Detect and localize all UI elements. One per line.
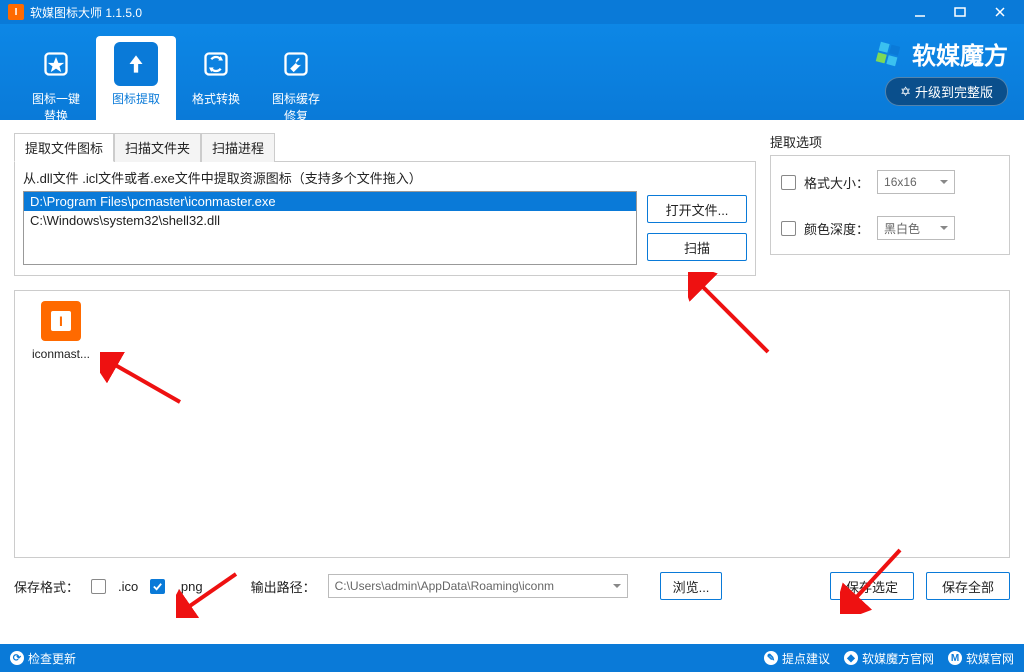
mofang-site-link[interactable]: ◆ 软媒魔方官网 — [844, 650, 934, 667]
icon-result-item[interactable]: I iconmast... — [25, 301, 97, 361]
titlebar: I 软媒图标大师 1.1.5.0 — [0, 0, 1024, 24]
extract-hint: 从.dll文件 .icl文件或者.exe文件中提取资源图标（支持多个文件拖入） — [23, 168, 747, 187]
subtab-scan-process[interactable]: 扫描进程 — [201, 133, 275, 162]
png-label: .png — [177, 579, 202, 594]
tab-cache-repair[interactable]: 图标缓存 修复 — [256, 36, 336, 124]
options-panel: 格式大小： 16x16 颜色深度： 黑白色 — [770, 155, 1010, 255]
tab-icon-extract[interactable]: 图标提取 — [96, 36, 176, 133]
svg-text:I: I — [59, 313, 63, 329]
icon-name: iconmast... — [25, 347, 97, 361]
subtab-extract-file[interactable]: 提取文件图标 — [14, 133, 114, 162]
preview-panel: I iconmast... — [14, 290, 1010, 558]
close-button[interactable] — [980, 0, 1020, 24]
suggest-link[interactable]: ✎ 提点建议 — [764, 650, 830, 667]
content-area: 提取文件图标 扫描文件夹 扫描进程 从.dll文件 .icl文件或者.exe文件… — [0, 120, 1024, 644]
format-label: 保存格式： — [14, 577, 79, 596]
m-icon: M — [948, 651, 962, 665]
main-toolbar: 图标一键 替换 图标提取 格式转换 图标缓存 修复 软媒魔方 ✡ 升级到完整版 — [0, 24, 1024, 120]
scan-button[interactable]: 扫描 — [647, 233, 747, 261]
upgrade-label: 升级到完整版 — [915, 82, 993, 101]
upgrade-button[interactable]: ✡ 升级到完整版 — [885, 77, 1008, 106]
toolbar-label: 格式转换 — [176, 90, 256, 107]
star-icon — [34, 42, 78, 86]
tab-format-convert[interactable]: 格式转换 — [176, 36, 256, 107]
check-update-link[interactable]: ⟳ 检查更新 — [10, 650, 76, 667]
size-checkbox[interactable] — [781, 175, 796, 190]
save-all-button[interactable]: 保存全部 — [926, 572, 1010, 600]
png-checkbox[interactable] — [150, 579, 165, 594]
wrench-icon — [274, 42, 318, 86]
upload-icon — [114, 42, 158, 86]
status-label: 软媒官网 — [966, 650, 1014, 667]
file-item[interactable]: D:\Program Files\pcmaster\iconmaster.exe — [24, 192, 636, 211]
window-title: 软媒图标大师 1.1.5.0 — [30, 4, 900, 21]
size-select[interactable]: 16x16 — [877, 170, 955, 194]
options-title: 提取选项 — [770, 132, 1010, 151]
toolbar-label: 图标一键 替换 — [16, 90, 96, 124]
chat-icon: ✎ — [764, 651, 778, 665]
tab-icon-replace[interactable]: 图标一键 替换 — [16, 36, 96, 124]
depth-select[interactable]: 黑白色 — [877, 216, 955, 240]
status-label: 软媒魔方官网 — [862, 650, 934, 667]
brand-name: 软媒魔方 — [912, 36, 1008, 71]
save-selected-button[interactable]: 保存选定 — [830, 572, 914, 600]
ico-label: .ico — [118, 579, 138, 594]
depth-label: 颜色深度： — [804, 219, 869, 238]
cube-icon: ◆ — [844, 651, 858, 665]
file-list[interactable]: D:\Program Files\pcmaster\iconmaster.exe… — [23, 191, 637, 265]
sparkle-icon: ✡ — [900, 84, 911, 100]
path-label: 输出路径： — [251, 577, 316, 596]
minimize-button[interactable] — [900, 0, 940, 24]
depth-checkbox[interactable] — [781, 221, 796, 236]
ruanmei-site-link[interactable]: M 软媒官网 — [948, 650, 1014, 667]
maximize-button[interactable] — [940, 0, 980, 24]
subtab-scan-folder[interactable]: 扫描文件夹 — [114, 133, 201, 162]
open-file-button[interactable]: 打开文件... — [647, 195, 747, 223]
app-icon: I — [8, 4, 24, 20]
extract-panel: 从.dll文件 .icl文件或者.exe文件中提取资源图标（支持多个文件拖入） … — [14, 161, 756, 276]
file-item[interactable]: C:\Windows\system32\shell32.dll — [24, 211, 636, 230]
output-path-select[interactable]: C:\Users\admin\AppData\Roaming\iconm — [328, 574, 628, 598]
toolbar-label: 图标提取 — [96, 90, 176, 107]
result-icon: I — [41, 301, 81, 341]
browse-button[interactable]: 浏览... — [660, 572, 723, 600]
ico-checkbox[interactable] — [91, 579, 106, 594]
toolbar-label: 图标缓存 修复 — [256, 90, 336, 124]
refresh-circle-icon: ⟳ — [10, 651, 24, 665]
size-label: 格式大小： — [804, 173, 869, 192]
status-label: 提点建议 — [782, 650, 830, 667]
sub-tabs: 提取文件图标 扫描文件夹 扫描进程 — [14, 132, 756, 161]
status-label: 检查更新 — [28, 650, 76, 667]
refresh-icon — [194, 42, 238, 86]
brand-area: 软媒魔方 ✡ 升级到完整版 — [872, 36, 1008, 106]
brand-logo-icon — [872, 38, 904, 70]
status-bar: ⟳ 检查更新 ✎ 提点建议 ◆ 软媒魔方官网 M 软媒官网 — [0, 644, 1024, 672]
save-row: 保存格式： .ico .png 输出路径： C:\Users\admin\App… — [14, 572, 1010, 600]
